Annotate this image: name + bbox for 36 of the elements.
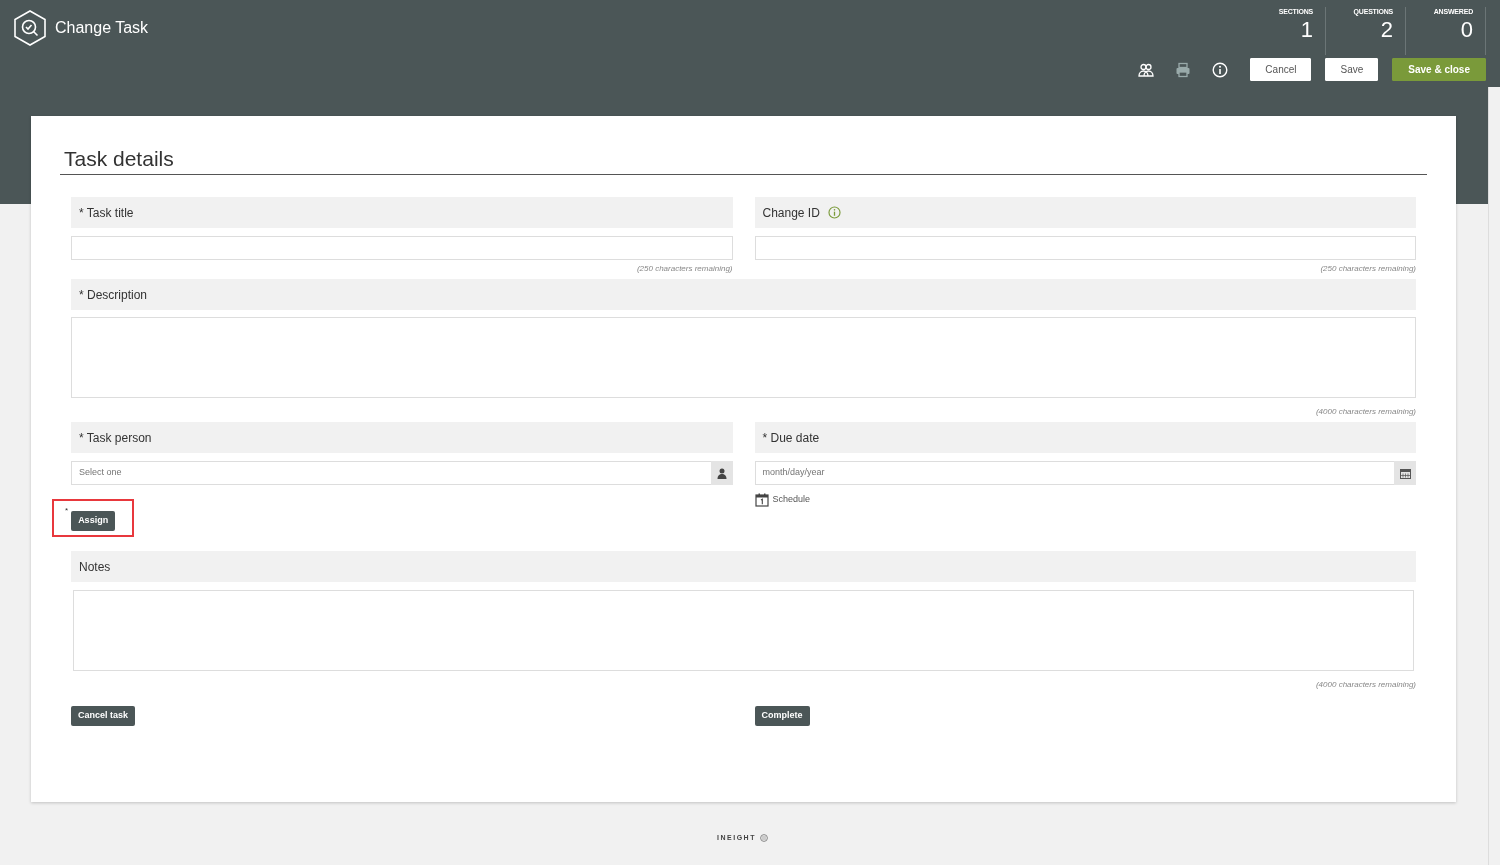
calendar-button[interactable] — [1394, 461, 1416, 486]
scrollbar[interactable] — [1488, 87, 1500, 865]
character-counter: (4000 characters remaining) — [1314, 679, 1416, 692]
people-icon[interactable] — [1138, 61, 1155, 78]
logo-mark-icon — [759, 834, 768, 843]
calendar-icon[interactable] — [1399, 467, 1411, 479]
required-marker: * — [65, 507, 69, 518]
stat-value: 0 — [1459, 17, 1473, 42]
person-icon[interactable] — [716, 467, 727, 479]
character-counter: (250 characters remaining) — [1319, 263, 1416, 276]
cancel-task-button[interactable]: Cancel task — [71, 705, 136, 726]
assign-button[interactable]: Assign — [71, 511, 116, 532]
printer-icon[interactable] — [1175, 61, 1192, 78]
field-label: * Task person — [79, 429, 152, 447]
text-field[interactable] — [754, 236, 1416, 261]
schedule-link[interactable]: Schedule — [772, 493, 811, 507]
field-label: * Due date — [762, 429, 820, 447]
person-select[interactable]: Select one — [71, 461, 711, 486]
field-label: Change ID — [762, 204, 820, 222]
field-label: Notes — [79, 558, 111, 576]
calendar-icon — [754, 493, 769, 508]
stat-value: 2 — [1379, 17, 1393, 42]
character-counter: (4000 characters remaining) — [1314, 406, 1416, 419]
cancel-button[interactable]: Cancel — [1250, 58, 1312, 81]
stat-value: 1 — [1299, 17, 1313, 42]
text-field[interactable] — [71, 236, 733, 261]
section-heading: Task details — [60, 146, 1427, 176]
field-label: * Task title — [79, 204, 134, 222]
field-label: * Description — [79, 286, 148, 304]
person-picker-button[interactable] — [710, 461, 733, 486]
character-counter: (250 characters remaining) — [635, 263, 733, 276]
save-button[interactable]: Save — [1325, 58, 1379, 81]
page-title: Change Task — [55, 18, 149, 38]
date-field[interactable]: month/day/year — [754, 461, 1394, 486]
logo-icon — [13, 10, 47, 46]
complete-button[interactable]: Complete — [754, 705, 810, 726]
